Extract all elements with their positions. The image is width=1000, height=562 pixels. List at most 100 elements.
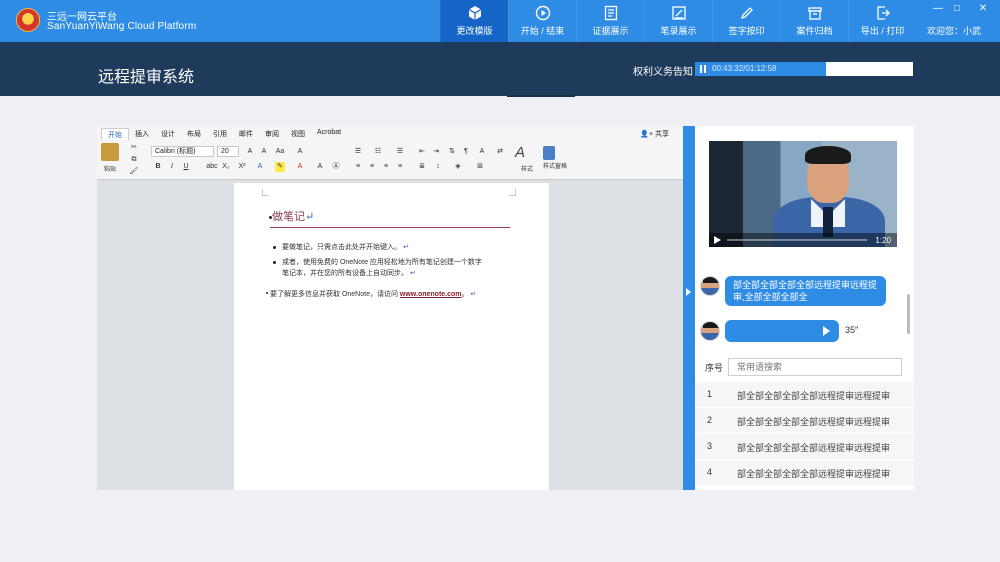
active-nav-indicator — [507, 95, 575, 97]
table-row[interactable]: 4 部全部全部全部全部远程提审远程提审 — [695, 460, 914, 486]
table-row[interactable]: 1 部全部全部全部全部远程提审远程提审 — [695, 382, 914, 408]
video-play-icon[interactable] — [714, 236, 721, 244]
cut-icon[interactable]: ✂ — [129, 143, 139, 153]
case-archive-button[interactable]: 案件归档 — [780, 0, 848, 42]
top-bar: 三远一网云平台 SanYuanYiWang Cloud Platform 更改模… — [0, 0, 1000, 42]
paste-icon[interactable] — [101, 143, 119, 161]
panel-collapse-strip[interactable] — [683, 126, 695, 490]
copy-icon[interactable]: ⧉ — [129, 155, 139, 165]
multilevel-list-icon[interactable]: ☰ — [395, 147, 405, 157]
doc-paragraph-2a[interactable]: 或者，使用免费的 OneNote 应用轻松地为所有笔记创建一个数字 — [282, 257, 482, 268]
styles-pane-icon[interactable] — [543, 146, 555, 160]
share-button[interactable]: 👤+ 共享 — [640, 129, 669, 139]
row-text: 部全部全部全部全部远程提审远程提审 — [737, 417, 891, 427]
close-button[interactable]: ✕ — [976, 3, 990, 15]
audio-progress-bar[interactable]: 00:43:32/01:12:58 — [695, 62, 913, 76]
tab-home[interactable]: 开始 — [101, 128, 129, 140]
document-page[interactable]: 做笔记↵ 要做笔记，只需点击此处并开始键入。 ↵ 或者，使用免费的 OneNot… — [234, 183, 549, 490]
font-size-select[interactable]: 20 — [217, 146, 239, 157]
row-text: 部全部全部全部全部远程提审远程提审 — [737, 443, 891, 453]
table-row[interactable]: 3 部全部全部全部全部远程提审远程提审 — [695, 434, 914, 460]
tab-view[interactable]: 视图 — [285, 128, 311, 140]
strikethrough-icon[interactable]: abc — [205, 162, 219, 172]
decrease-indent-icon[interactable]: ⇤ — [417, 147, 427, 157]
start-stop-button[interactable]: 开始 / 结束 — [508, 0, 576, 42]
italic-icon[interactable]: I — [167, 162, 177, 172]
sign-fingerprint-button[interactable]: 签字按印 — [712, 0, 780, 42]
subscript-icon[interactable]: X₂ — [221, 162, 231, 172]
pause-icon[interactable] — [700, 65, 706, 73]
clear-format-icon[interactable]: A — [295, 147, 305, 157]
line-spacing-icon[interactable]: ↕ — [433, 162, 443, 172]
audio-time: 00:43:32/01:12:58 — [712, 64, 777, 73]
minimize-button[interactable]: — — [931, 3, 945, 15]
row-text: 部全部全部全部全部远程提审远程提审 — [737, 391, 891, 401]
tab-design[interactable]: 设计 — [155, 128, 181, 140]
video-controls — [709, 233, 897, 247]
text-direction-icon[interactable]: A — [477, 147, 487, 157]
export-print-button[interactable]: 导出 / 打印 — [848, 0, 916, 42]
change-template-button[interactable]: 更改模版 — [440, 0, 508, 42]
doc-paragraph-2b-text: 笔记本，并在您的所有设备上自动同步。 — [282, 270, 408, 277]
sort-icon[interactable]: ⇅ — [447, 147, 457, 157]
share-icon: 👤+ — [640, 131, 654, 138]
record-display-button[interactable]: 笔录展示 — [644, 0, 712, 42]
chat-scrollbar[interactable] — [907, 294, 910, 334]
pen-icon — [740, 7, 753, 20]
voice-message-bubble[interactable] — [725, 320, 839, 342]
row-number: 4 — [707, 467, 713, 477]
tab-review[interactable]: 审阅 — [259, 128, 285, 140]
styles-icon[interactable]: A — [515, 144, 537, 162]
change-case-icon[interactable]: Aa — [275, 147, 285, 157]
increase-indent-icon[interactable]: ⇥ — [431, 147, 441, 157]
evidence-display-button[interactable]: 证据展示 — [576, 0, 644, 42]
tab-acrobat[interactable]: Acrobat — [311, 128, 347, 140]
align-center-icon[interactable]: ≡ — [367, 162, 377, 172]
video-seek-bar[interactable] — [727, 239, 867, 241]
text-effects-icon[interactable]: A — [255, 162, 265, 172]
doc-footer-line[interactable]: 要了解更多信息并获取 OneNote，请访问 www.onenote.com。 … — [270, 289, 476, 300]
doc-paragraph-1-text: 要做笔记，只需点击此处并开始键入。 — [282, 244, 401, 251]
archive-icon — [807, 7, 822, 20]
voice-play-icon[interactable] — [823, 326, 830, 336]
format-painter-icon[interactable]: 🖌 — [129, 167, 139, 177]
enclose-char-icon[interactable]: Ⓐ — [331, 162, 341, 172]
document-editor: 开始 插入 设计 布局 引用 邮件 审阅 视图 Acrobat 👤+ 共享 粘贴… — [97, 126, 683, 490]
cube-icon — [468, 6, 481, 20]
change-case-asian-icon[interactable]: ⇄ — [495, 147, 505, 157]
underline-icon[interactable]: U — [181, 162, 191, 172]
doc-paragraph-2b[interactable]: 笔记本，并在您的所有设备上自动同步。 ↵ — [282, 268, 416, 279]
distributed-icon[interactable]: ≣ — [417, 162, 427, 172]
justify-icon[interactable]: ≡ — [395, 162, 405, 172]
video-time: 1:20 — [875, 236, 891, 245]
show-marks-icon[interactable]: ¶ — [461, 147, 471, 157]
tab-insert[interactable]: 插入 — [129, 128, 155, 140]
align-left-icon[interactable]: ≡ — [353, 162, 363, 172]
tab-references[interactable]: 引用 — [207, 128, 233, 140]
chat-message-bubble: 部全部全部全部全部远程提审远程提审,全部全部全部全 — [725, 276, 886, 306]
shading-icon[interactable]: A — [315, 162, 325, 172]
numbering-icon[interactable]: ☷ — [373, 147, 383, 157]
bold-icon[interactable]: B — [153, 162, 163, 172]
doc-paragraph-1[interactable]: 要做笔记，只需点击此处并开始键入。 ↵ — [282, 242, 409, 253]
highlight-icon[interactable]: ✎ — [275, 162, 285, 172]
table-row[interactable]: 2 部全部全部全部全部远程提审远程提审 — [695, 408, 914, 434]
bullets-icon[interactable]: ☰ — [353, 147, 363, 157]
superscript-icon[interactable]: X² — [237, 162, 247, 172]
onenote-link[interactable]: www.onenote.com — [400, 291, 462, 298]
restore-button[interactable]: □ — [950, 3, 964, 15]
shrink-font-icon[interactable]: A — [259, 147, 269, 157]
tab-layout[interactable]: 布局 — [181, 128, 207, 140]
grow-font-icon[interactable]: A — [245, 147, 255, 157]
record-display-label: 笔录展示 — [660, 26, 697, 36]
tab-mailings[interactable]: 邮件 — [233, 128, 259, 140]
video-player[interactable]: 1:20 — [709, 141, 897, 247]
borders-icon[interactable]: ⊞ — [475, 162, 485, 172]
align-right-icon[interactable]: ≡ — [381, 162, 391, 172]
phrase-search-input[interactable] — [728, 358, 902, 376]
font-color-icon[interactable]: A — [295, 162, 305, 172]
paragraph-shading-icon[interactable]: ◈ — [453, 162, 463, 172]
font-name-select[interactable]: Calibri (标题) — [151, 146, 214, 157]
chevron-right-icon[interactable] — [686, 288, 691, 296]
doc-heading[interactable]: 做笔记↵ — [272, 208, 314, 224]
